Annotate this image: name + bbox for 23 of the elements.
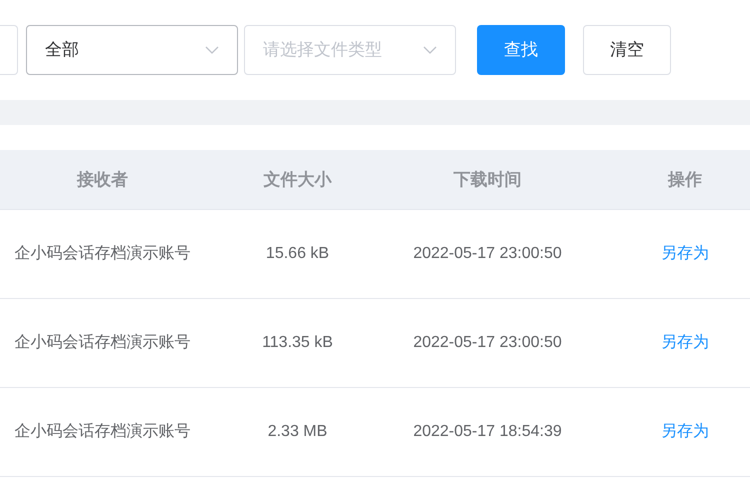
save-as-link[interactable]: 另存为 bbox=[661, 331, 709, 355]
table-cell-text: 2022-05-17 23:00:50 bbox=[413, 244, 562, 264]
column-header: 下载时间 bbox=[454, 168, 522, 191]
chevron-down-icon bbox=[423, 46, 437, 54]
table-cell-text: 2022-05-17 18:54:39 bbox=[413, 422, 562, 442]
clear-button[interactable]: 清空 bbox=[583, 25, 671, 75]
save-as-link[interactable]: 另存为 bbox=[661, 242, 709, 266]
file-type-select[interactable]: 请选择文件类型 bbox=[244, 25, 456, 75]
table-cell-text: 2.33 MB bbox=[268, 422, 328, 442]
table-cell-text: 企小码会话存档演示账号 bbox=[14, 332, 190, 353]
table-cell-text: 企小码会话存档演示账号 bbox=[14, 422, 190, 442]
column-header: 操作 bbox=[668, 168, 702, 191]
chevron-down-icon bbox=[205, 46, 219, 54]
table-cell-text: 113.35 kB bbox=[262, 333, 333, 353]
table-cell-text: 15.66 kB bbox=[266, 244, 330, 264]
input-field[interactable] bbox=[0, 25, 18, 75]
type-select[interactable]: 全部 bbox=[26, 25, 238, 75]
table-cell-text: 2022-05-17 23:00:50 bbox=[413, 333, 562, 353]
column-header: 文件大小 bbox=[264, 168, 332, 191]
search-button[interactable]: 查找 bbox=[477, 25, 565, 75]
column-header: 接收者 bbox=[77, 168, 128, 191]
save-as-link[interactable]: 另存为 bbox=[661, 420, 709, 444]
table-cell-text: 企小码会话存档演示账号 bbox=[14, 244, 190, 264]
